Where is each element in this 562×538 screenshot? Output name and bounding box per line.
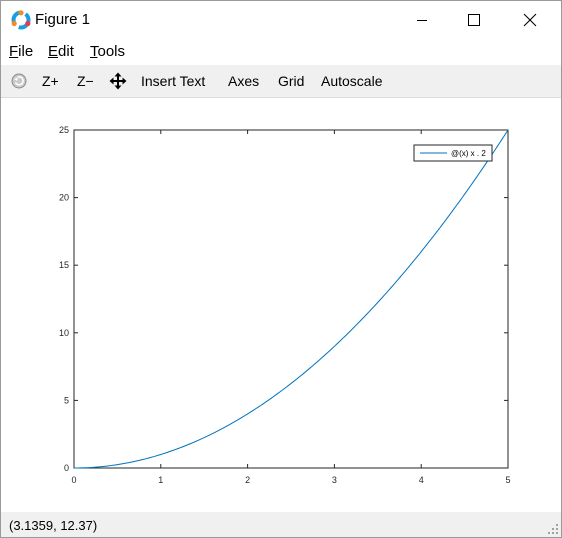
figure-toolbar: Z+ Z− Insert Text Axes Grid Autoscale	[1, 65, 561, 98]
plot-canvas[interactable]: 0 1 2 3 4 5 0 5 10 15 20 25 @(x) x . 2	[1, 98, 561, 512]
title-bar[interactable]: Figure 1	[1, 1, 561, 39]
plot-svg: 0 1 2 3 4 5 0 5 10 15 20 25 @(x) x . 2	[59, 125, 511, 485]
figure-window: Figure 1 File Edit Tools Z+ Z− Insert Te…	[0, 0, 562, 538]
ticks	[73, 129, 509, 469]
y-tick-label-4: 20	[59, 193, 69, 203]
cursor-coordinates: (3.1359, 12.37)	[9, 518, 98, 533]
y-tick-label-5: 25	[59, 125, 69, 135]
menu-bar: File Edit Tools	[1, 39, 561, 65]
zoom-out-button[interactable]: Z−	[77, 73, 94, 89]
grid-button[interactable]: Grid	[278, 73, 304, 89]
maximize-button[interactable]	[451, 1, 497, 39]
axes-box	[73, 129, 509, 469]
x-tick-label-3: 3	[332, 475, 337, 485]
minimize-icon	[417, 20, 427, 21]
y-tick-label-2: 10	[59, 328, 69, 338]
maximize-icon	[468, 14, 480, 26]
octave-app-icon	[11, 10, 31, 30]
status-bar: (3.1359, 12.37)	[1, 512, 561, 537]
legend-label: @(x) x . 2	[451, 149, 486, 158]
y-tick-label-0: 0	[64, 463, 69, 473]
window-title: Figure 1	[35, 11, 91, 28]
x-tick-label-0: 0	[71, 475, 76, 485]
menu-file[interactable]: File	[9, 43, 33, 60]
x-tick-label-4: 4	[419, 475, 424, 485]
x-tick-label-1: 1	[158, 475, 163, 485]
y-tick-label-3: 15	[59, 260, 69, 270]
x-tick-label-5: 5	[505, 475, 510, 485]
zoom-in-button[interactable]: Z+	[42, 73, 59, 89]
close-button[interactable]	[507, 1, 553, 39]
x-tick-label-2: 2	[245, 475, 250, 485]
resize-grip-icon[interactable]	[547, 523, 559, 535]
insert-text-button[interactable]: Insert Text	[141, 73, 205, 89]
menu-edit[interactable]: Edit	[48, 43, 74, 60]
close-icon	[523, 13, 537, 27]
pan-icon[interactable]	[109, 72, 127, 90]
menu-tools[interactable]: Tools	[90, 43, 125, 60]
minimize-button[interactable]	[399, 1, 445, 39]
axes	[73, 129, 509, 469]
tick-labels: 0 1 2 3 4 5 0 5 10 15 20 25	[59, 125, 511, 485]
rotate-icon[interactable]	[10, 72, 28, 90]
autoscale-button[interactable]: Autoscale	[321, 73, 382, 89]
series-line	[73, 129, 509, 469]
axes-button[interactable]: Axes	[228, 73, 259, 89]
y-tick-label-1: 5	[64, 395, 69, 405]
legend[interactable]: @(x) x . 2	[413, 144, 493, 162]
